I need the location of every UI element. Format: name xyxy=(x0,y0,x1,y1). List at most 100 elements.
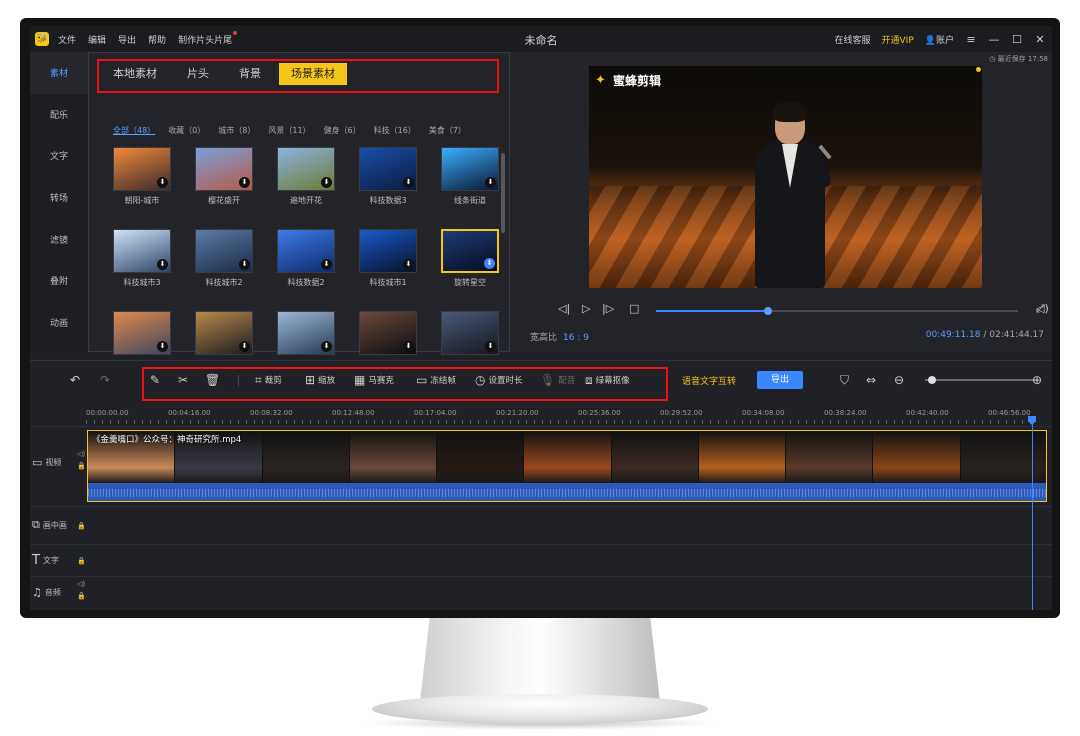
mosaic-button[interactable]: ▦ 马赛克 xyxy=(354,371,394,389)
media-thumbnail[interactable]: ⬇ xyxy=(195,311,253,355)
media-scrollbar[interactable] xyxy=(501,153,505,233)
play-icon[interactable]: ▷ xyxy=(582,302,590,315)
timeline-ruler[interactable]: 00:00:00.00 00:04:16.00 00:08:32.00 00:12:4… xyxy=(86,404,1052,424)
zoom-in-button[interactable]: ⊕ xyxy=(1032,371,1042,389)
timeline-zoom-slider[interactable] xyxy=(925,379,1035,381)
category-favorites[interactable]: 收藏（0） xyxy=(168,125,205,136)
freeze-frame-button[interactable]: ▭ 冻结帧 xyxy=(416,371,456,389)
speech-text-convert-button[interactable]: 语音文字互转 xyxy=(682,374,736,387)
media-item[interactable]: ⬇ 线条街道 xyxy=(429,147,511,229)
media-thumbnail[interactable]: ⬇ xyxy=(441,229,499,273)
redo-button[interactable]: ↷ xyxy=(100,371,110,389)
category-tech[interactable]: 科技（16） xyxy=(374,125,416,136)
minimize-icon[interactable]: — xyxy=(988,33,1000,46)
lock-icon[interactable]: 🔒 xyxy=(77,557,86,565)
lock-icon[interactable]: 🔒 xyxy=(77,462,86,470)
download-icon[interactable]: ⬇ xyxy=(484,258,495,269)
media-item[interactable]: ⬇ 遍地开花 xyxy=(265,147,347,229)
nav-music[interactable]: 配乐 xyxy=(30,94,88,136)
media-item[interactable]: ⬇ 朝阳-城市 xyxy=(101,147,183,229)
media-item[interactable]: ⬇ 旋转星空 xyxy=(429,229,511,311)
nav-transitions[interactable]: 转场 xyxy=(30,177,88,219)
marker-button[interactable]: ⛉ xyxy=(840,371,849,389)
account-menu[interactable]: 👤账户 xyxy=(925,33,954,46)
next-frame-icon[interactable]: |▷ xyxy=(602,302,614,315)
download-icon[interactable]: ⬇ xyxy=(403,259,414,270)
download-icon[interactable]: ⬇ xyxy=(321,259,332,270)
download-icon[interactable]: ⬇ xyxy=(321,341,332,352)
aspect-ratio-value[interactable]: 16 : 9 xyxy=(563,333,589,343)
export-button[interactable]: 导出 xyxy=(757,371,803,389)
download-icon[interactable]: ⬇ xyxy=(239,177,250,188)
mute-icon[interactable]: ◁) xyxy=(77,580,85,588)
dubbing-button[interactable]: 🎙 配音 xyxy=(540,371,575,389)
download-icon[interactable]: ⬇ xyxy=(485,341,496,352)
download-icon[interactable]: ⬇ xyxy=(239,259,250,270)
split-button[interactable]: ✂ xyxy=(178,371,188,389)
open-vip-link[interactable]: 开通VIP xyxy=(882,33,914,46)
online-support-link[interactable]: 在线客服 xyxy=(835,33,871,46)
close-icon[interactable]: ✕ xyxy=(1034,33,1046,46)
green-screen-button[interactable]: ⧈ 绿幕抠像 xyxy=(585,371,630,389)
menu-edit[interactable]: 编辑 xyxy=(88,33,106,46)
download-icon[interactable]: ⬇ xyxy=(403,177,414,188)
download-icon[interactable]: ⬇ xyxy=(157,259,168,270)
category-all[interactable]: 全部（48） xyxy=(113,125,155,136)
media-thumbnail[interactable]: ⬇ xyxy=(277,311,335,355)
resize-handle[interactable] xyxy=(976,67,981,72)
crop-button[interactable]: ⌗ 裁剪 xyxy=(255,371,282,389)
nav-animations[interactable]: 动画 xyxy=(30,302,88,344)
delete-button[interactable]: 🗑 xyxy=(205,371,220,389)
category-scenery[interactable]: 风景（11） xyxy=(268,125,310,136)
nav-materials[interactable]: 素材 xyxy=(30,52,88,94)
menu-make-intro-outro[interactable]: 制作片头片尾 xyxy=(178,30,238,46)
category-fitness[interactable]: 健身（6） xyxy=(324,125,361,136)
zoom-button[interactable]: ⊞ 缩放 xyxy=(305,371,335,389)
media-thumbnail[interactable]: ⬇ xyxy=(195,229,253,273)
menu-icon[interactable]: ≡ xyxy=(965,33,977,46)
download-icon[interactable]: ⬇ xyxy=(157,341,168,352)
media-thumbnail[interactable]: ⬇ xyxy=(359,147,417,191)
zoom-out-button[interactable]: ⊖ xyxy=(894,371,904,389)
mute-icon[interactable]: ◁) xyxy=(77,450,85,458)
nav-overlays[interactable]: 叠附 xyxy=(30,260,88,302)
media-thumbnail[interactable]: ⬇ xyxy=(359,311,417,355)
category-food[interactable]: 美食（7） xyxy=(429,125,466,136)
media-thumbnail[interactable]: ⬇ xyxy=(195,147,253,191)
nav-filters[interactable]: 滤镜 xyxy=(30,218,88,260)
media-thumbnail[interactable]: ⬇ xyxy=(277,147,335,191)
media-thumbnail[interactable]: ⬇ xyxy=(359,229,417,273)
menu-file[interactable]: 文件 xyxy=(58,33,76,46)
download-icon[interactable]: ⬇ xyxy=(403,341,414,352)
video-clip[interactable]: 《金羹嘴口》公众号：神奇研究所.mp4 xyxy=(87,430,1047,502)
maximize-icon[interactable]: ☐ xyxy=(1011,33,1023,46)
nav-text[interactable]: 文字 xyxy=(30,135,88,177)
media-thumbnail[interactable]: ⬇ xyxy=(113,147,171,191)
media-item[interactable]: ⬇ 科技城市1 xyxy=(347,229,429,311)
playback-progress-knob[interactable] xyxy=(764,307,773,315)
fullscreen-icon[interactable]: ⤢ xyxy=(1036,302,1045,316)
playback-progress-bar[interactable] xyxy=(656,307,1018,315)
edit-button[interactable]: ✎ xyxy=(150,371,160,389)
prev-frame-icon[interactable]: ◁| xyxy=(558,302,570,315)
media-thumbnail[interactable]: ⬇ xyxy=(441,147,499,191)
undo-button[interactable]: ↶ xyxy=(70,371,80,389)
media-thumbnail[interactable]: ⬇ xyxy=(277,229,335,273)
stop-icon[interactable]: □ xyxy=(629,302,639,315)
category-city[interactable]: 城市（8） xyxy=(218,125,255,136)
lock-icon[interactable]: 🔒 xyxy=(77,592,86,600)
media-thumbnail[interactable]: ⬇ xyxy=(441,311,499,355)
download-icon[interactable]: ⬇ xyxy=(239,341,250,352)
media-item[interactable]: ⬇ 科技城市2 xyxy=(183,229,265,311)
download-icon[interactable]: ⬇ xyxy=(485,177,496,188)
media-item[interactable]: ⬇ 科技数据2 xyxy=(265,229,347,311)
lock-icon[interactable]: 🔒 xyxy=(77,522,86,530)
set-duration-button[interactable]: ◷ 设置时长 xyxy=(475,371,523,389)
media-thumbnail[interactable]: ⬇ xyxy=(113,311,171,355)
download-icon[interactable]: ⬇ xyxy=(157,177,168,188)
media-item[interactable]: ⬇ 科技数据3 xyxy=(347,147,429,229)
video-preview[interactable]: ✦ 蜜蜂剪辑 xyxy=(589,66,982,288)
menu-help[interactable]: 帮助 xyxy=(148,33,166,46)
media-item[interactable]: ⬇ 樱花盛开 xyxy=(183,147,265,229)
fit-timeline-button[interactable]: ⇔ xyxy=(866,371,876,389)
